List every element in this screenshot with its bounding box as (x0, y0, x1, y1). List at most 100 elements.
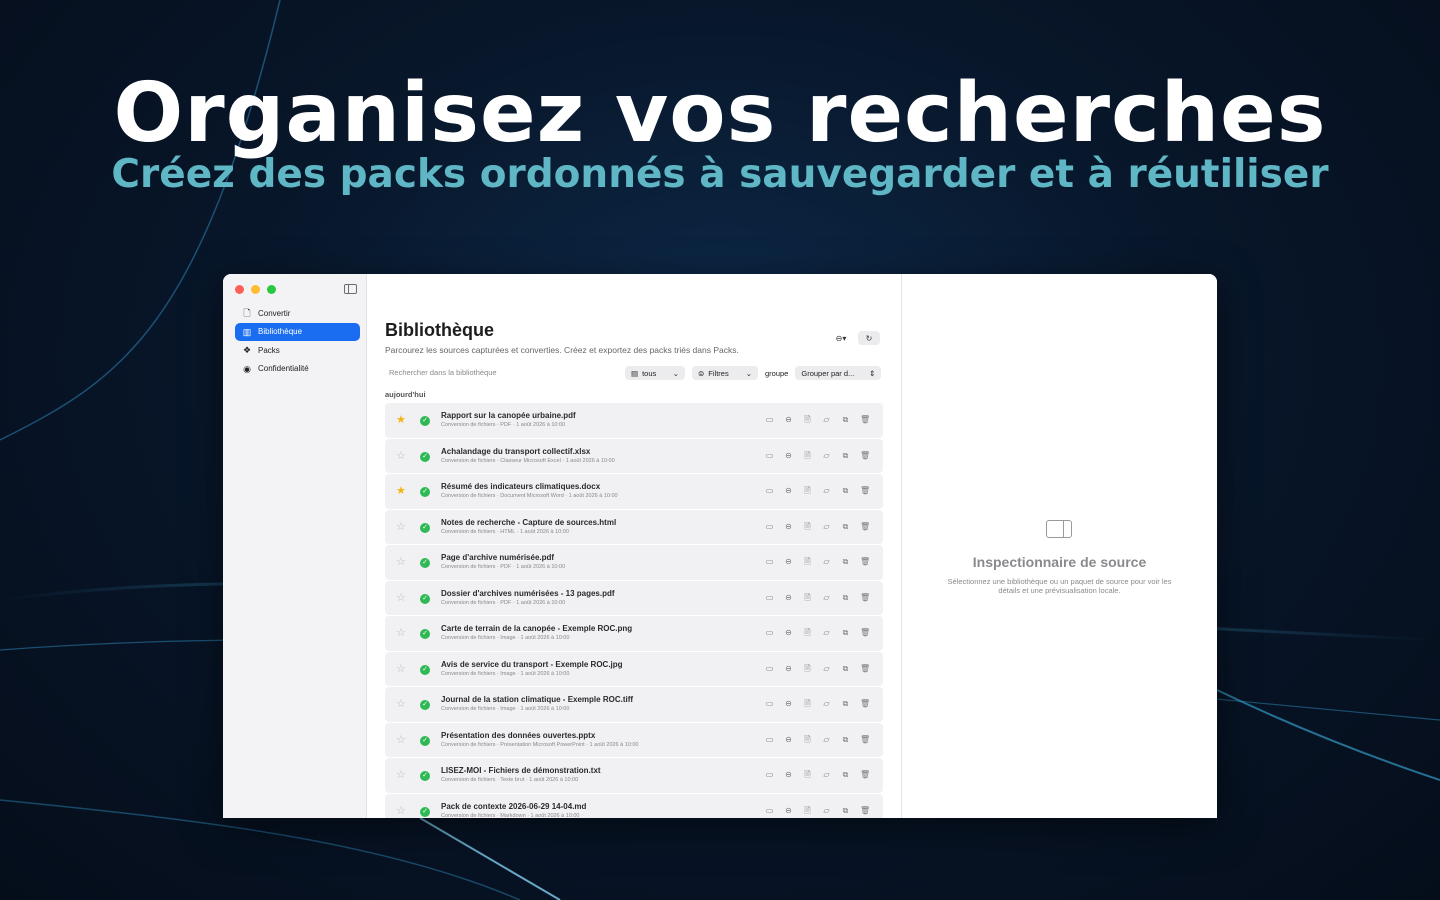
preview-icon[interactable]: ▭ (765, 628, 774, 637)
star-icon[interactable]: ☆ (396, 697, 406, 710)
sidebar-item-4[interactable]: ◉ Confidentialité (235, 360, 360, 378)
minus-circle-icon[interactable]: ⊖ (784, 735, 793, 744)
copy-icon[interactable]: ⧉ (841, 735, 850, 744)
document-icon[interactable]: 🗎 (803, 770, 812, 779)
minus-circle-icon[interactable]: ⊖ (784, 770, 793, 779)
trash-icon[interactable]: 🗑 (860, 593, 870, 602)
list-item[interactable]: ★ ✓ Résumé des indicateurs climatiques.doc… (385, 474, 883, 509)
options-menu-icon[interactable]: ⊖▾ (832, 331, 850, 345)
preview-icon[interactable]: ▭ (765, 664, 774, 673)
sidebar-item-1[interactable]: 🗋 Convertir (235, 304, 360, 322)
star-icon[interactable]: ☆ (396, 626, 406, 639)
star-icon[interactable]: ☆ (396, 520, 406, 533)
document-icon[interactable]: 🗎 (803, 593, 812, 602)
minus-circle-icon[interactable]: ⊖ (784, 557, 793, 566)
minus-circle-icon[interactable]: ⊖ (784, 415, 793, 424)
list-item[interactable]: ☆ ✓ Page d'archive numérisée.pdf Conversion… (385, 545, 883, 580)
copy-icon[interactable]: ⧉ (841, 557, 850, 566)
trash-icon[interactable]: 🗑 (860, 699, 870, 708)
minus-circle-icon[interactable]: ⊖ (784, 486, 793, 495)
document-icon[interactable]: 🗎 (803, 699, 812, 708)
copy-icon[interactable]: ⧉ (841, 664, 850, 673)
sidebar-item-2[interactable]: ▥ Bibliothèque (235, 322, 360, 341)
star-icon[interactable]: ☆ (396, 804, 406, 817)
document-icon[interactable]: 🗎 (803, 628, 812, 637)
list-item[interactable]: ☆ ✓ Pack de contexte 2026-06-29 14-04.md Co… (385, 793, 883, 818)
document-icon[interactable]: 🗎 (803, 664, 812, 673)
document-icon[interactable]: 🗎 (803, 486, 812, 495)
preview-icon[interactable]: ▭ (765, 415, 774, 424)
copy-icon[interactable]: ⧉ (841, 415, 850, 424)
star-icon[interactable]: ☆ (396, 591, 406, 604)
folder-icon[interactable]: ▱ (822, 593, 831, 602)
list-item[interactable]: ☆ ✓ Présentation des données ouvertes.pptx… (385, 722, 883, 757)
preview-icon[interactable]: ▭ (765, 486, 774, 495)
trash-icon[interactable]: 🗑 (860, 486, 870, 495)
list-item[interactable]: ☆ ✓ Notes de recherche - Capture de source… (385, 509, 883, 544)
copy-icon[interactable]: ⧉ (841, 593, 850, 602)
copy-icon[interactable]: ⧉ (841, 806, 850, 815)
search-input[interactable]: Rechercher dans la bibliothèque (385, 366, 615, 380)
minus-circle-icon[interactable]: ⊖ (784, 628, 793, 637)
folder-icon[interactable]: ▱ (822, 735, 831, 744)
folder-icon[interactable]: ▱ (822, 451, 831, 460)
preview-icon[interactable]: ▭ (765, 735, 774, 744)
document-icon[interactable]: 🗎 (803, 522, 812, 531)
folder-icon[interactable]: ▱ (822, 770, 831, 779)
star-icon[interactable]: ☆ (396, 768, 406, 781)
type-filter-select[interactable]: ▤ tous ⌄ (625, 366, 685, 380)
minus-circle-icon[interactable]: ⊖ (784, 593, 793, 602)
copy-icon[interactable]: ⧉ (841, 770, 850, 779)
copy-icon[interactable]: ⧉ (841, 522, 850, 531)
trash-icon[interactable]: 🗑 (860, 415, 870, 424)
minus-circle-icon[interactable]: ⊖ (784, 806, 793, 815)
document-icon[interactable]: 🗎 (803, 806, 812, 815)
sidebar-item-3[interactable]: ❖ Packs (235, 341, 360, 359)
sidebar-toggle-icon[interactable] (344, 284, 357, 294)
trash-icon[interactable]: 🗑 (860, 451, 870, 460)
star-icon[interactable]: ☆ (396, 733, 406, 746)
copy-icon[interactable]: ⧉ (841, 628, 850, 637)
folder-icon[interactable]: ▱ (822, 628, 831, 637)
refresh-icon[interactable]: ↻ (858, 331, 880, 345)
trash-icon[interactable]: 🗑 (860, 806, 870, 815)
preview-icon[interactable]: ▭ (765, 806, 774, 815)
star-icon[interactable]: ★ (396, 484, 406, 497)
copy-icon[interactable]: ⧉ (841, 486, 850, 495)
folder-icon[interactable]: ▱ (822, 522, 831, 531)
list-item[interactable]: ☆ ✓ LISEZ-MOI - Fichiers de démonstration.… (385, 758, 883, 793)
filters-button[interactable]: ⊜ Filtres ⌄ (692, 366, 758, 380)
list-item[interactable]: ☆ ✓ Journal de la station climatique - Exe… (385, 687, 883, 722)
folder-icon[interactable]: ▱ (822, 415, 831, 424)
trash-icon[interactable]: 🗑 (860, 770, 870, 779)
document-icon[interactable]: 🗎 (803, 557, 812, 566)
folder-icon[interactable]: ▱ (822, 486, 831, 495)
preview-icon[interactable]: ▭ (765, 557, 774, 566)
preview-icon[interactable]: ▭ (765, 770, 774, 779)
list-item[interactable]: ☆ ✓ Carte de terrain de la canopée - Exemp… (385, 616, 883, 651)
minimize-window-button[interactable] (251, 285, 260, 294)
folder-icon[interactable]: ▱ (822, 806, 831, 815)
group-by-select[interactable]: Grouper par d... ⇕ (795, 366, 882, 380)
star-icon[interactable]: ☆ (396, 555, 406, 568)
trash-icon[interactable]: 🗑 (860, 735, 870, 744)
folder-icon[interactable]: ▱ (822, 557, 831, 566)
list-item[interactable]: ☆ ✓ Achalandage du transport collectif.xls… (385, 438, 883, 473)
trash-icon[interactable]: 🗑 (860, 522, 870, 531)
preview-icon[interactable]: ▭ (765, 593, 774, 602)
minus-circle-icon[interactable]: ⊖ (784, 664, 793, 673)
minus-circle-icon[interactable]: ⊖ (784, 451, 793, 460)
copy-icon[interactable]: ⧉ (841, 699, 850, 708)
minus-circle-icon[interactable]: ⊖ (784, 522, 793, 531)
preview-icon[interactable]: ▭ (765, 699, 774, 708)
list-item[interactable]: ☆ ✓ Dossier d'archives numérisées - 13 pag… (385, 580, 883, 615)
trash-icon[interactable]: 🗑 (860, 557, 870, 566)
list-item[interactable]: ★ ✓ Rapport sur la canopée urbaine.pdf Conv… (385, 403, 883, 438)
folder-icon[interactable]: ▱ (822, 699, 831, 708)
preview-icon[interactable]: ▭ (765, 451, 774, 460)
copy-icon[interactable]: ⧉ (841, 451, 850, 460)
zoom-window-button[interactable] (267, 285, 276, 294)
document-icon[interactable]: 🗎 (803, 415, 812, 424)
close-window-button[interactable] (235, 285, 244, 294)
star-icon[interactable]: ☆ (396, 449, 406, 462)
